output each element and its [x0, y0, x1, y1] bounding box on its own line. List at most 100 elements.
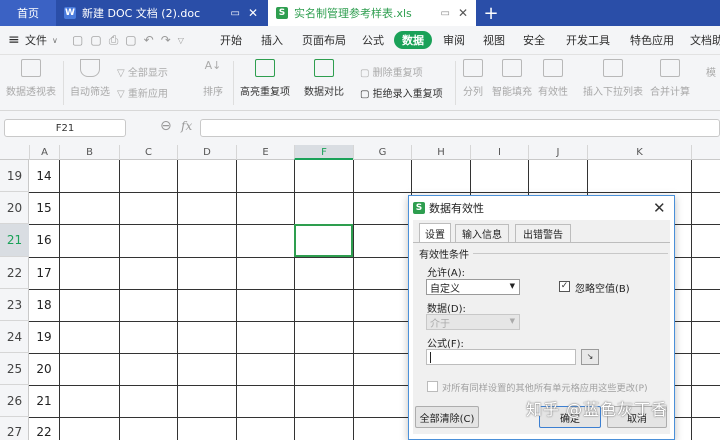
- validity-icon: [543, 59, 563, 77]
- formula-input[interactable]: [200, 119, 720, 137]
- column-header[interactable]: H: [411, 145, 470, 160]
- column-header[interactable]: G: [353, 145, 411, 160]
- highlight-duplicates-label: 高亮重复项: [240, 87, 290, 98]
- row-header[interactable]: 22: [0, 257, 29, 289]
- spreadsheet-icon: S: [276, 7, 288, 19]
- smart-fill-button[interactable]: 智能填充: [492, 59, 532, 98]
- section-validity-criteria: 有效性条件: [419, 250, 469, 261]
- monitor-icon[interactable]: ▭: [231, 8, 240, 19]
- cell-a24[interactable]: 19: [29, 321, 59, 353]
- menu-special[interactable]: 特色应用: [630, 26, 674, 54]
- sort-button[interactable]: A↓ 排序: [203, 59, 223, 98]
- name-box[interactable]: F21: [4, 119, 126, 137]
- allow-label: 允许(A):: [427, 268, 466, 279]
- allow-select[interactable]: 自定义 ▼: [426, 279, 520, 295]
- export-icon[interactable]: ▢: [90, 33, 101, 47]
- delete-duplicates-button[interactable]: ▢ 删除重复项: [360, 64, 423, 79]
- cell-a23[interactable]: 18: [29, 289, 59, 321]
- chevron-down-icon[interactable]: ∨: [52, 26, 58, 54]
- filter-icon: [80, 59, 100, 77]
- chevron-down-icon: ▼: [509, 282, 515, 290]
- fx-icon[interactable]: fx: [181, 119, 192, 133]
- menu-developer[interactable]: 开发工具: [566, 26, 610, 54]
- close-icon[interactable]: ✕: [248, 6, 258, 20]
- customize-icon[interactable]: ▽: [178, 36, 184, 45]
- row-header[interactable]: 25: [0, 353, 29, 385]
- pivot-table-button[interactable]: 数据透视表: [6, 59, 56, 98]
- zoom-icon[interactable]: ⊖: [160, 118, 172, 134]
- menu-security[interactable]: 安全: [523, 26, 545, 54]
- menu-review[interactable]: 审阅: [443, 26, 465, 54]
- menu-formula[interactable]: 公式: [362, 26, 384, 54]
- merge-calc-button[interactable]: 合并计算: [650, 59, 690, 98]
- row-header[interactable]: 27: [0, 417, 29, 440]
- menu-data[interactable]: 数据: [394, 31, 432, 49]
- column-header[interactable]: I: [470, 145, 528, 160]
- data-compare-button[interactable]: 数据对比: [304, 59, 344, 98]
- formula-field[interactable]: [426, 349, 576, 365]
- cell-a26[interactable]: 21: [29, 385, 59, 417]
- menu-start[interactable]: 开始: [220, 26, 242, 54]
- column-header[interactable]: B: [59, 145, 119, 160]
- row-header[interactable]: 19: [0, 160, 29, 192]
- tab-input-message[interactable]: 输入信息: [455, 224, 509, 242]
- column-header[interactable]: K: [587, 145, 691, 160]
- menu-page-layout[interactable]: 页面布局: [302, 26, 346, 54]
- split-column-button[interactable]: 分列: [463, 59, 483, 98]
- column-header[interactable]: A: [29, 145, 59, 160]
- close-icon[interactable]: ✕: [653, 198, 666, 218]
- row-header[interactable]: 24: [0, 321, 29, 353]
- highlight-duplicates-button[interactable]: 高亮重复项: [240, 59, 290, 98]
- sort-label: 排序: [203, 87, 223, 98]
- validity-button[interactable]: 有效性: [538, 59, 568, 98]
- ignore-blank-checkbox[interactable]: ✓: [559, 281, 570, 292]
- column-header[interactable]: C: [119, 145, 177, 160]
- cell-a19[interactable]: 14: [29, 160, 59, 192]
- preview-icon[interactable]: ▢: [125, 33, 136, 47]
- close-icon[interactable]: ✕: [458, 6, 468, 20]
- tab-doc-file[interactable]: W 新建 DOC 文档 (2).doc ▭ ✕: [56, 0, 266, 26]
- new-tab-button[interactable]: +: [476, 0, 506, 26]
- undo-icon[interactable]: ↶: [144, 33, 154, 47]
- print-icon[interactable]: ⎙: [109, 33, 119, 48]
- tab-settings[interactable]: 设置: [419, 223, 451, 243]
- grid-line: [353, 160, 354, 440]
- range-picker-icon[interactable]: ↘: [581, 349, 599, 365]
- cell-a25[interactable]: 20: [29, 353, 59, 385]
- cell-a21[interactable]: 16: [29, 224, 59, 257]
- column-header[interactable]: D: [177, 145, 236, 160]
- column-header[interactable]: [691, 145, 720, 160]
- dialog-title-bar[interactable]: S 数据有效性: [409, 196, 674, 220]
- show-all-button[interactable]: ▽ 全部显示: [117, 64, 168, 79]
- insert-dropdown-button[interactable]: 插入下拉列表: [583, 59, 643, 98]
- plus-icon: +: [483, 2, 499, 24]
- autofilter-button[interactable]: 自动筛选: [70, 59, 110, 98]
- clear-all-button[interactable]: 全部清除(C): [415, 406, 479, 428]
- reapply-button[interactable]: ▽ 重新应用: [117, 85, 168, 100]
- tab-xls-file[interactable]: S 实名制管理参考样表.xls ▭ ✕: [268, 0, 476, 26]
- row-header[interactable]: 23: [0, 289, 29, 321]
- row-header-selected[interactable]: 21: [0, 224, 29, 257]
- column-header-selected[interactable]: F: [294, 145, 353, 160]
- redo-icon[interactable]: ↷: [161, 33, 171, 47]
- row-header[interactable]: 26: [0, 385, 29, 417]
- column-header[interactable]: E: [236, 145, 294, 160]
- cell-a27[interactable]: 22: [29, 417, 59, 440]
- menu-doc-helper[interactable]: 文档助: [690, 26, 720, 54]
- monitor-icon[interactable]: ▭: [441, 8, 450, 19]
- menu-file[interactable]: 文件: [25, 26, 47, 54]
- menu-insert[interactable]: 插入: [261, 26, 283, 54]
- active-cell-f21[interactable]: [294, 224, 353, 257]
- cell-a22[interactable]: 17: [29, 257, 59, 289]
- tab-home[interactable]: 首页: [0, 0, 56, 26]
- row-header[interactable]: 20: [0, 192, 29, 224]
- menu-view[interactable]: 视图: [483, 26, 505, 54]
- reject-duplicates-button[interactable]: ▢ 拒绝录入重复项: [360, 85, 443, 100]
- column-header[interactable]: J: [528, 145, 587, 160]
- save-icon[interactable]: ▢: [72, 33, 83, 47]
- tab-error-alert[interactable]: 出错警告: [515, 224, 571, 242]
- dialog-title: 数据有效性: [429, 202, 484, 215]
- cell-a20[interactable]: 15: [29, 192, 59, 224]
- more-button[interactable]: 模: [706, 64, 716, 79]
- hamburger-icon[interactable]: ≡: [8, 26, 20, 54]
